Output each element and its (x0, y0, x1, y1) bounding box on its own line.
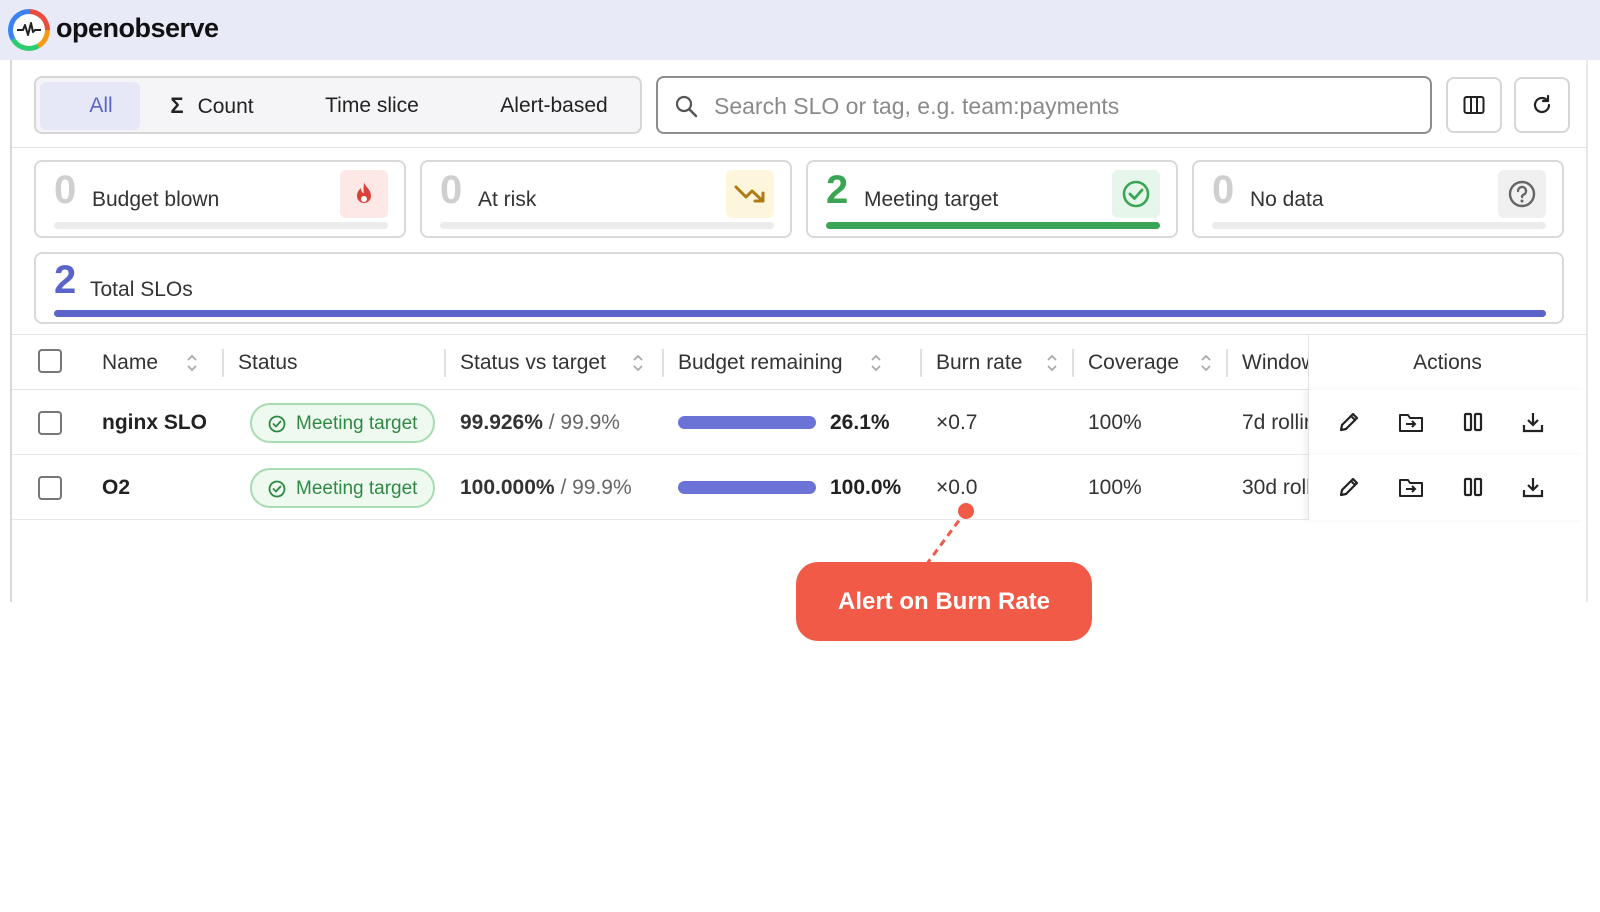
table-header: Name Status Status vs target Budget rema… (12, 334, 1586, 391)
sort-icon[interactable] (1046, 352, 1058, 374)
coverage-value: 100% (1088, 411, 1142, 434)
sort-icon[interactable] (186, 352, 198, 374)
top-bar: openobserve (0, 0, 1600, 60)
burn-rate-value: ×0.7 (936, 411, 978, 434)
card-no-data[interactable]: 0 No data (1192, 160, 1564, 238)
refresh-button[interactable] (1514, 77, 1570, 133)
budget-remaining-bar (678, 481, 816, 494)
column-header-status: Status (238, 351, 298, 374)
callout-dot (958, 503, 974, 519)
download-icon[interactable] (1519, 473, 1547, 501)
refresh-icon (1533, 94, 1551, 114)
column-header-window[interactable]: Window (1242, 335, 1308, 391)
search-icon (675, 95, 698, 118)
check-circle-icon (268, 415, 286, 433)
tab-all[interactable]: All (40, 82, 140, 130)
divider (12, 147, 1586, 148)
column-header-burn-rate[interactable]: Burn rate (936, 335, 1022, 391)
select-all-checkbox[interactable] (38, 349, 62, 373)
status-vs-target: 99.926% / 99.9% (460, 411, 620, 434)
sigma-icon: Σ (170, 93, 184, 118)
edit-icon[interactable] (1335, 473, 1363, 501)
card-total-slos: 2 Total SLOs (34, 252, 1564, 324)
edit-icon[interactable] (1335, 408, 1363, 436)
total-progress-bar (54, 310, 1546, 317)
window-value: 30d rolling (1242, 476, 1308, 499)
sort-icon[interactable] (1200, 352, 1212, 374)
sort-icon[interactable] (870, 352, 882, 374)
move-to-folder-icon[interactable] (1397, 473, 1425, 501)
flame-icon (340, 170, 388, 218)
row-actions (1308, 455, 1586, 520)
columns-button[interactable] (1446, 77, 1502, 133)
row-actions (1308, 390, 1586, 455)
column-header-actions: Actions (1308, 335, 1586, 391)
slo-type-tabs: All Σ Count Time slice Alert-based (34, 76, 642, 134)
tab-alert-based[interactable]: Alert-based (484, 82, 624, 130)
columns-icon (1463, 96, 1485, 114)
tab-time-slice[interactable]: Time slice (312, 82, 432, 130)
search-box[interactable] (656, 76, 1432, 134)
status-badge: Meeting target (250, 468, 436, 508)
pause-icon[interactable] (1459, 473, 1487, 501)
column-header-budget-remaining[interactable]: Budget remaining (678, 335, 843, 391)
card-budget-blown[interactable]: 0 Budget blown (34, 160, 406, 238)
table-row[interactable]: nginx SLO Meeting target 99.926% / 99.9%… (12, 390, 1586, 455)
brand-name: openobserve (56, 13, 219, 43)
status-badge: Meeting target (250, 403, 436, 443)
window-value: 7d rolling (1242, 411, 1308, 434)
pause-icon[interactable] (1459, 408, 1487, 436)
column-header-status-vs-target[interactable]: Status vs target (460, 335, 606, 391)
row-checkbox[interactable] (38, 411, 62, 435)
main-panel (10, 60, 1588, 602)
slo-name[interactable]: O2 (102, 455, 130, 520)
column-header-coverage[interactable]: Coverage (1088, 335, 1179, 391)
table-row[interactable]: O2 Meeting target 100.000% / 99.9% 100.0… (12, 455, 1586, 520)
trending-down-icon (726, 170, 774, 218)
help-circle-icon (1498, 170, 1546, 218)
search-input[interactable] (714, 86, 1414, 126)
coverage-value: 100% (1088, 476, 1142, 499)
status-vs-target: 100.000% / 99.9% (460, 476, 632, 499)
callout-label: Alert on Burn Rate (796, 562, 1092, 641)
check-circle-icon (268, 480, 286, 498)
tab-count[interactable]: Σ Count (152, 82, 272, 130)
download-icon[interactable] (1519, 408, 1547, 436)
budget-remaining-value: 100.0% (830, 476, 902, 499)
budget-remaining-bar (678, 416, 816, 429)
slo-table: Name Status Status vs target Budget rema… (12, 334, 1586, 520)
budget-remaining-value: 26.1% (830, 411, 890, 434)
column-header-name[interactable]: Name (102, 335, 158, 391)
sort-icon[interactable] (632, 352, 644, 374)
card-at-risk[interactable]: 0 At risk (420, 160, 792, 238)
card-meeting-target[interactable]: 2 Meeting target (806, 160, 1178, 238)
openobserve-logo-icon[interactable] (8, 9, 50, 51)
row-checkbox[interactable] (38, 476, 62, 500)
move-to-folder-icon[interactable] (1397, 408, 1425, 436)
slo-name[interactable]: nginx SLO (102, 390, 207, 455)
check-circle-icon (1112, 170, 1160, 218)
